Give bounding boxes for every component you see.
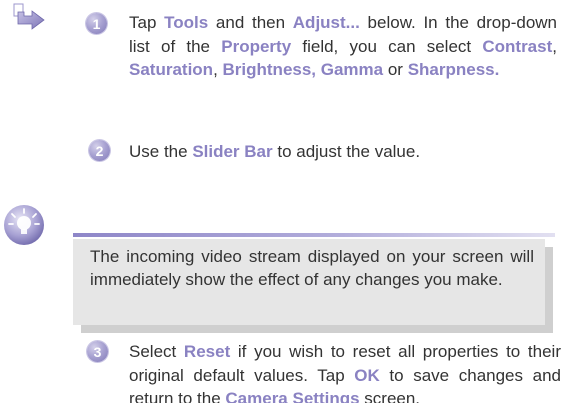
step-number-3: 3 xyxy=(87,341,108,362)
arrow-right-icon xyxy=(13,3,45,30)
lightbulb-icon xyxy=(4,205,44,245)
note-accent-bar xyxy=(73,233,555,237)
step-2-text: Use the Slider Bar to adjust the value. xyxy=(129,142,421,161)
step-number-2: 2 xyxy=(89,140,110,161)
step-1-text: Tap Tools and then Adjust... below. In t… xyxy=(129,13,558,79)
term-property: Property xyxy=(221,36,292,56)
term-slider-bar: Slider Bar xyxy=(192,142,273,161)
note-text: The incoming video stream displayed on y… xyxy=(90,247,534,289)
term-saturation: Saturation xyxy=(129,60,214,79)
term-tools: Tools xyxy=(164,13,209,32)
term-brightness-gamma: Brightness, Gamma xyxy=(222,60,384,79)
term-contrast: Contrast xyxy=(482,36,553,56)
step-number-1: 1 xyxy=(86,13,107,34)
term-camera-settings: Camera Settings xyxy=(225,389,360,403)
term-reset: Reset xyxy=(183,342,231,361)
term-ok: OK xyxy=(354,365,380,385)
step-3-text: Select Reset if you wish to reset all pr… xyxy=(129,340,561,403)
term-adjust: Adjust... xyxy=(292,13,360,32)
term-sharpness: Sharpness. xyxy=(407,60,500,79)
